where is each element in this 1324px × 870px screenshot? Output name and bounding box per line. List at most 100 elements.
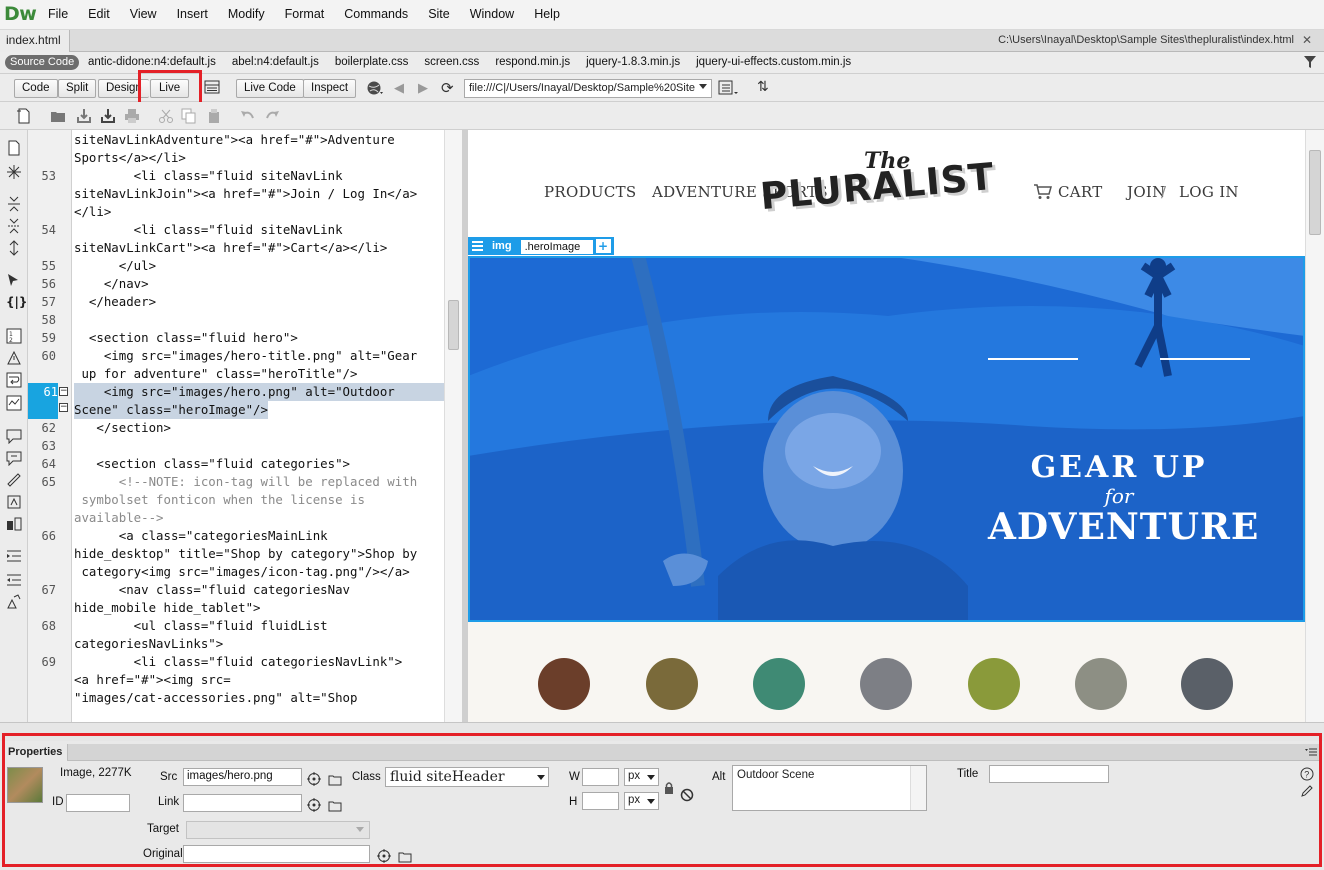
code-scrollbar-thumb[interactable] — [448, 300, 459, 350]
menu-file[interactable]: File — [48, 7, 68, 21]
live-view[interactable]: PRODUCTS ADVENTURE SPORTS The PLURALIST … — [468, 130, 1305, 722]
hud-class-field[interactable]: .heroImage — [517, 237, 596, 255]
print-icon[interactable] — [124, 108, 140, 124]
hud-class-label[interactable]: .heroImage — [520, 240, 593, 254]
code-view-button[interactable]: Code — [14, 79, 58, 98]
related-file[interactable]: jquery-1.8.3.min.js — [586, 56, 680, 68]
menu-insert[interactable]: Insert — [177, 7, 208, 21]
undo-icon[interactable] — [240, 108, 256, 124]
related-file[interactable]: boilerplate.css — [335, 56, 409, 68]
src-field[interactable]: images/hero.png — [183, 768, 302, 786]
related-file[interactable]: screen.css — [424, 56, 479, 68]
split-view-button[interactable]: Split — [58, 79, 97, 98]
show-code-navigator-icon[interactable] — [6, 164, 22, 180]
select-parent-tag-icon[interactable] — [6, 272, 22, 288]
live-code-button[interactable]: Live Code — [236, 79, 304, 98]
expand-all-icon[interactable] — [6, 240, 22, 256]
forward-arrow-icon[interactable]: ▶ — [418, 81, 428, 96]
source-code-button[interactable]: Source Code — [5, 55, 80, 70]
menu-window[interactable]: Window — [470, 7, 514, 21]
copy-icon[interactable] — [181, 108, 197, 124]
preview-browser-icon[interactable] — [366, 80, 384, 96]
wrap-tag-icon[interactable] — [6, 472, 22, 488]
outdent-code-icon[interactable] — [6, 572, 22, 588]
menu-commands[interactable]: Commands — [344, 7, 408, 21]
refresh-icon[interactable]: ⟳ — [441, 79, 454, 97]
alt-field[interactable]: Outdoor Scene — [732, 765, 927, 811]
recent-snippets-icon[interactable] — [6, 494, 22, 510]
browse-folder-icon[interactable] — [398, 850, 412, 864]
live-view-scrollbar-thumb[interactable] — [1309, 150, 1321, 235]
target-select[interactable] — [186, 821, 370, 839]
collapse-icon[interactable]: − — [59, 387, 68, 396]
hero-image[interactable]: GEAR UP for ADVENTURE — [468, 256, 1305, 622]
category-apparel-icon[interactable] — [860, 658, 912, 710]
view-options-icon[interactable] — [204, 79, 220, 95]
collapse-tag-icon[interactable] — [6, 196, 22, 212]
reset-size-icon[interactable] — [680, 788, 694, 802]
format-source-code-icon[interactable] — [6, 594, 22, 610]
move-css-icon[interactable] — [6, 516, 22, 532]
width-unit-dropdown-icon[interactable] — [647, 775, 655, 780]
remove-comment-icon[interactable] — [6, 450, 22, 466]
filter-icon[interactable] — [1304, 56, 1316, 69]
indent-code-icon[interactable] — [6, 548, 22, 564]
back-arrow-icon[interactable]: ◀ — [394, 81, 404, 96]
menu-help[interactable]: Help — [534, 7, 560, 21]
hud-menu-icon[interactable] — [468, 237, 486, 255]
balance-braces-icon[interactable]: {|} — [6, 295, 27, 311]
inspect-button[interactable]: Inspect — [303, 79, 357, 98]
hud-add-label[interactable]: + — [595, 239, 611, 253]
syntax-error-alerts-icon[interactable] — [6, 395, 22, 411]
related-file[interactable]: respond.min.js — [495, 56, 570, 68]
properties-tab[interactable]: Properties — [3, 744, 69, 761]
point-to-file-icon[interactable] — [307, 798, 321, 812]
menu-site[interactable]: Site — [428, 7, 450, 21]
category-sleeping-bags-icon[interactable] — [1181, 658, 1233, 710]
help-icon[interactable]: ? — [1300, 767, 1314, 781]
live-view-scrollbar[interactable] — [1305, 130, 1324, 722]
title-field[interactable] — [989, 765, 1109, 783]
category-tents-icon[interactable] — [753, 658, 805, 710]
alt-scrollbar[interactable] — [910, 766, 926, 810]
target-dropdown-icon[interactable] — [356, 827, 364, 832]
close-document-icon[interactable]: ✕ — [1302, 33, 1312, 47]
category-accessories-icon[interactable] — [538, 658, 590, 710]
open-folder-icon[interactable] — [50, 108, 66, 124]
word-wrap-icon[interactable] — [6, 372, 22, 388]
code-scrollbar[interactable] — [444, 130, 462, 722]
lock-icon[interactable] — [662, 781, 676, 795]
point-to-file-icon[interactable] — [307, 772, 321, 786]
nav-link-join[interactable]: JOIN — [1127, 183, 1166, 201]
class-dropdown-icon[interactable] — [537, 775, 545, 780]
class-select[interactable]: fluid siteHeader — [385, 767, 549, 787]
menu-format[interactable]: Format — [285, 7, 325, 21]
redo-icon[interactable] — [264, 108, 280, 124]
document-tab[interactable]: index.html — [0, 30, 70, 52]
file-management-icon[interactable]: ⇅ — [757, 79, 769, 95]
save-all-icon[interactable] — [100, 108, 116, 124]
link-field[interactable] — [183, 794, 302, 812]
highlight-invalid-code-icon[interactable] — [6, 350, 22, 366]
line-numbers-icon[interactable]: 12 — [6, 328, 22, 344]
panel-menu-icon[interactable] — [1305, 748, 1317, 757]
apply-comment-icon[interactable] — [6, 428, 22, 444]
point-to-file-icon[interactable] — [377, 849, 391, 863]
menu-edit[interactable]: Edit — [88, 7, 110, 21]
menu-view[interactable]: View — [130, 7, 157, 21]
live-view-options-icon[interactable] — [718, 80, 740, 96]
edit-rule-icon[interactable] — [1300, 784, 1314, 798]
open-documents-icon[interactable] — [6, 140, 22, 156]
nav-link-products[interactable]: PRODUCTS — [544, 183, 637, 201]
hud-add-class-button[interactable]: + — [595, 237, 614, 255]
related-file[interactable]: antic-didone:n4:default.js — [88, 56, 216, 68]
related-file[interactable]: jquery-ui-effects.custom.min.js — [696, 56, 851, 68]
new-document-icon[interactable] — [16, 108, 32, 124]
browse-folder-icon[interactable] — [328, 773, 342, 787]
paste-icon[interactable] — [206, 108, 222, 124]
category-chairs-icon[interactable] — [1075, 658, 1127, 710]
browse-folder-icon[interactable] — [328, 799, 342, 813]
nav-link-cart[interactable]: CART — [1058, 183, 1103, 201]
height-unit-dropdown-icon[interactable] — [647, 799, 655, 804]
menu-modify[interactable]: Modify — [228, 7, 265, 21]
